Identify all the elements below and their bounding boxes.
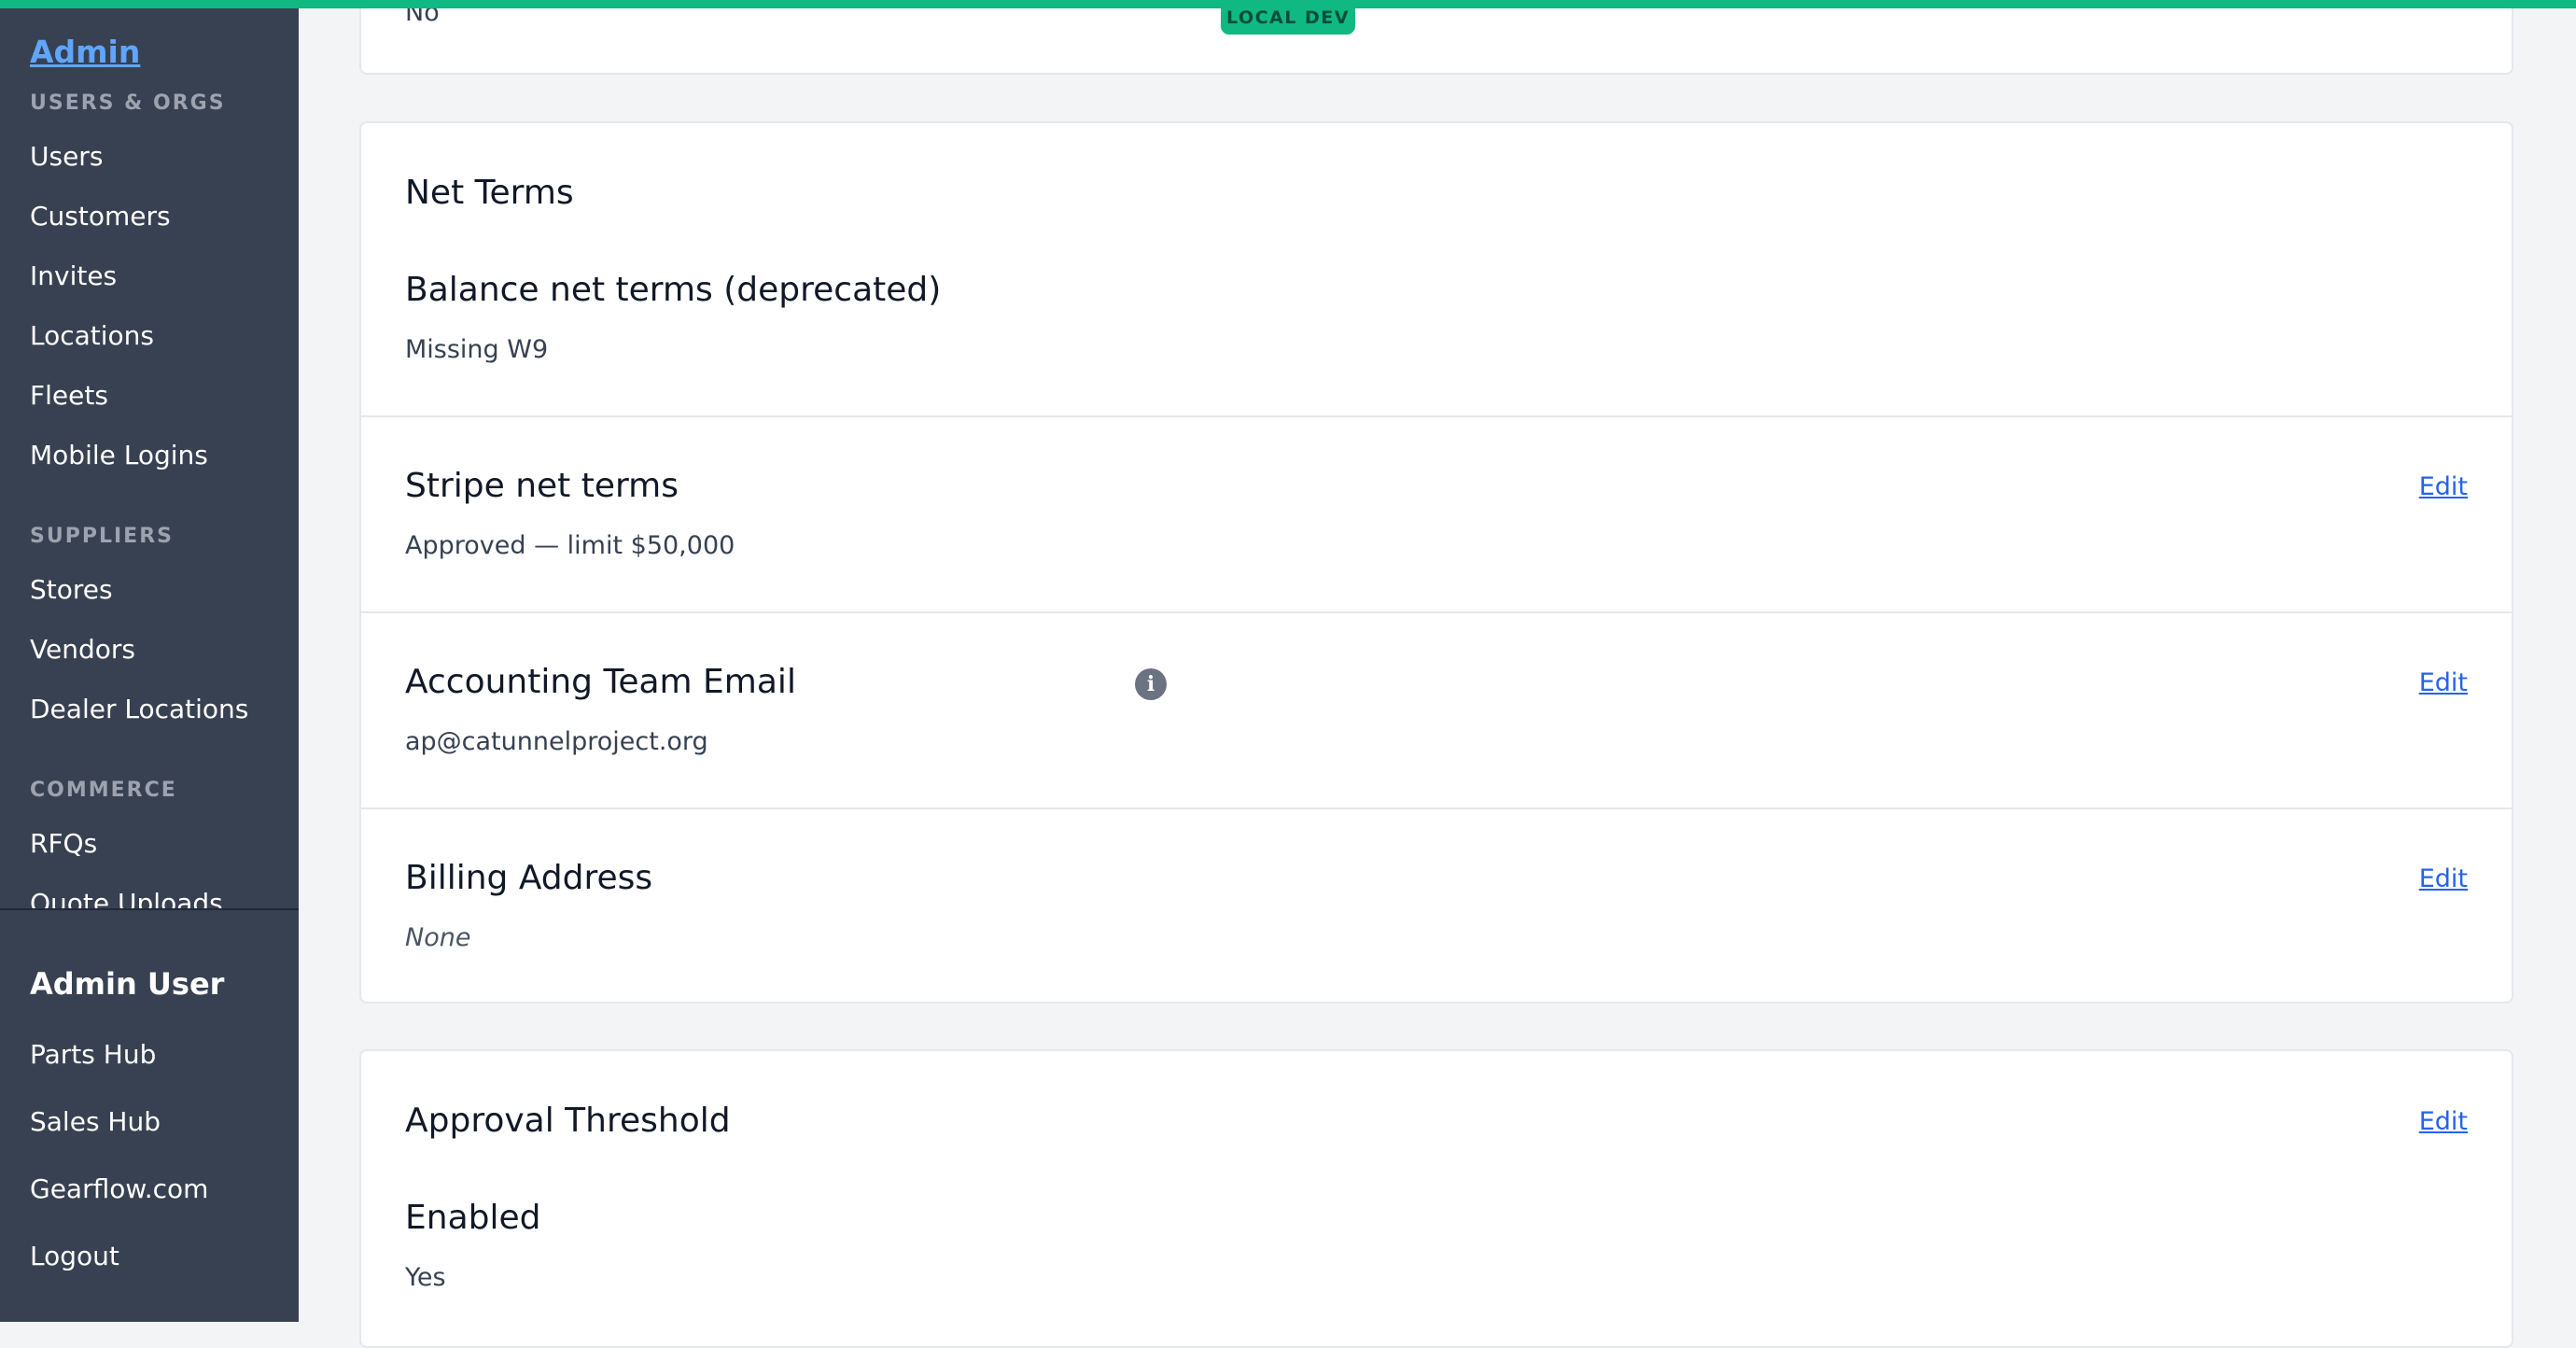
accounting-email-label: Accounting Team Email: [405, 663, 796, 701]
sidebar-item-fleets[interactable]: Fleets: [30, 380, 108, 411]
edit-approval-threshold-link[interactable]: Edit: [2419, 1107, 2468, 1136]
info-icon[interactable]: i: [1135, 668, 1167, 700]
sidebar-item-locations[interactable]: Locations: [30, 320, 154, 351]
section-users-orgs: USERS & ORGS: [30, 91, 226, 115]
net-terms-title: Net Terms: [405, 174, 574, 212]
edit-stripe-net-terms-link[interactable]: Edit: [2419, 472, 2468, 501]
edit-billing-address-link[interactable]: Edit: [2419, 864, 2468, 893]
stripe-net-terms-label: Stripe net terms: [405, 467, 679, 505]
previous-card: No: [359, 0, 2513, 75]
environment-badge: LOCAL DEV: [1221, 0, 1355, 35]
logout-link[interactable]: Logout: [30, 1241, 119, 1271]
section-commerce: COMMERCE: [30, 779, 177, 802]
admin-home-link[interactable]: Admin: [30, 34, 140, 70]
accounting-email-value: ap@catunnelproject.org: [405, 727, 708, 756]
sidebar-item-rfqs[interactable]: RFQs: [30, 828, 97, 859]
sidebar-divider: [0, 908, 299, 910]
section-suppliers: SUPPLIERS: [30, 525, 174, 548]
balance-net-terms-value: Missing W9: [405, 335, 549, 364]
sales-hub-link[interactable]: Sales Hub: [30, 1106, 161, 1137]
row-divider: [361, 415, 2512, 417]
sidebar-item-quote-uploads[interactable]: Quote Uploads: [30, 888, 223, 908]
edit-accounting-email-link[interactable]: Edit: [2419, 668, 2468, 697]
sidebar-item-users[interactable]: Users: [30, 141, 103, 172]
parts-hub-link[interactable]: Parts Hub: [30, 1039, 156, 1070]
row-divider: [361, 807, 2512, 809]
current-user-name: Admin User: [30, 966, 225, 1002]
sidebar: Admin USERS & ORGS Users Customers Invit…: [0, 0, 299, 1322]
row-divider: [361, 611, 2512, 613]
sidebar-item-dealer-locations[interactable]: Dealer Locations: [30, 694, 248, 724]
billing-address-value: None: [405, 923, 471, 952]
approval-threshold-title: Approval Threshold: [405, 1102, 731, 1140]
sidebar-item-vendors[interactable]: Vendors: [30, 634, 135, 665]
sidebar-item-mobile-logins[interactable]: Mobile Logins: [30, 440, 208, 470]
net-terms-card: Net Terms Balance net terms (deprecated)…: [359, 121, 2513, 1004]
sidebar-item-customers[interactable]: Customers: [30, 201, 171, 232]
stripe-net-terms-value: Approved — limit $50,000: [405, 531, 735, 560]
sidebar-item-stores[interactable]: Stores: [30, 574, 113, 605]
billing-address-label: Billing Address: [405, 859, 653, 897]
sidebar-nav-scroll[interactable]: Admin USERS & ORGS Users Customers Invit…: [0, 0, 299, 908]
enabled-label: Enabled: [405, 1199, 541, 1237]
approval-threshold-card: Approval Threshold Edit Enabled Yes: [359, 1049, 2513, 1348]
balance-net-terms-label: Balance net terms (deprecated): [405, 271, 942, 309]
gearflow-link[interactable]: Gearflow.com: [30, 1173, 208, 1204]
enabled-value: Yes: [405, 1263, 446, 1292]
sidebar-item-invites[interactable]: Invites: [30, 260, 117, 291]
